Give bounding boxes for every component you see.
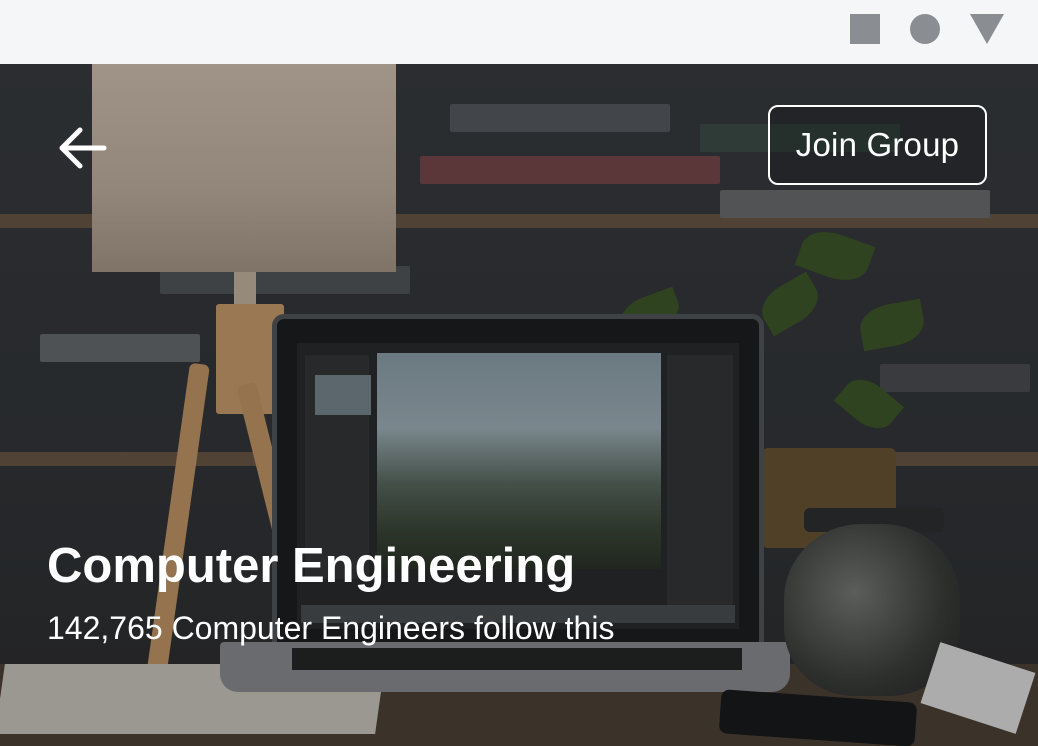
group-hero: Join Group Computer Engineering 142,765 …: [0, 64, 1038, 746]
back-button[interactable]: [52, 118, 112, 178]
square-icon: [850, 14, 880, 44]
triangle-icon: [970, 14, 1004, 44]
arrow-left-icon: [59, 127, 107, 169]
status-icons: [850, 13, 1004, 45]
circle-icon: [910, 14, 940, 44]
follower-count: 142,765 Computer Engineers follow this: [47, 610, 615, 646]
join-group-button[interactable]: Join Group: [768, 105, 987, 185]
status-bar: [0, 0, 1038, 64]
group-title: Computer Engineering: [47, 539, 576, 593]
